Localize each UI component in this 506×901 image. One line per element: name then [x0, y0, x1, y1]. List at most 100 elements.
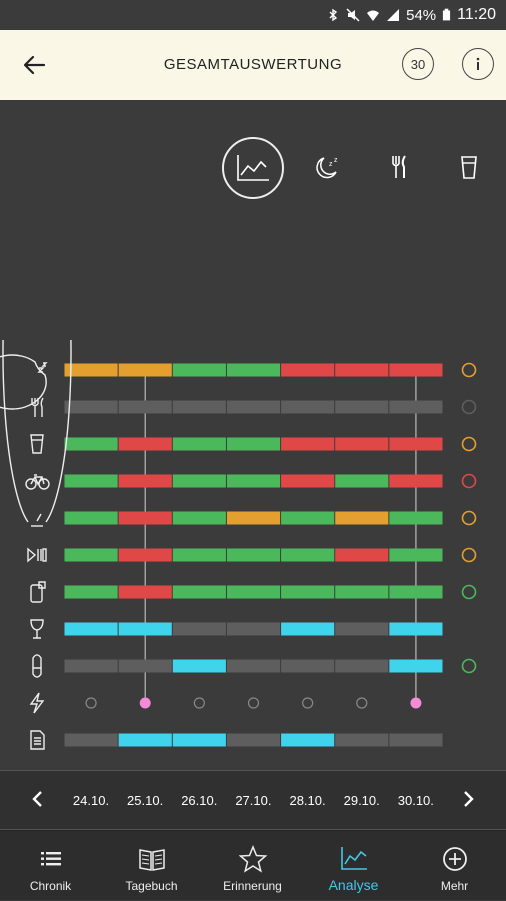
grid-cell[interactable]: [335, 659, 389, 673]
event-dot-empty[interactable]: [247, 697, 260, 709]
mode-overview-button[interactable]: [222, 137, 284, 199]
tab-analyse[interactable]: Analyse: [303, 831, 404, 901]
tab-mehr[interactable]: Mehr: [404, 831, 505, 901]
grid-cell[interactable]: [118, 622, 172, 636]
event-dot-empty[interactable]: [193, 697, 205, 709]
grid-cell[interactable]: [64, 511, 118, 525]
chart-line-icon: [341, 847, 367, 870]
chart-line-icon: [237, 155, 269, 181]
grid-cell[interactable]: [226, 400, 281, 414]
grid-cell[interactable]: [335, 363, 389, 377]
grid-cell[interactable]: [64, 437, 118, 451]
grid-cell[interactable]: [172, 622, 226, 636]
grid-cell[interactable]: [226, 733, 281, 747]
grid-cell[interactable]: [281, 659, 335, 673]
grid-cell[interactable]: [172, 548, 226, 562]
next-week-button[interactable]: [462, 789, 476, 815]
tab-chronik[interactable]: Chronik: [0, 831, 101, 901]
event-dot-filled[interactable]: [410, 697, 422, 709]
grid-cell[interactable]: [172, 511, 226, 525]
grid-cell[interactable]: [64, 363, 118, 377]
date-label: 26.10.: [181, 793, 218, 808]
grid-cell[interactable]: [226, 511, 281, 525]
row-status-indicator: [461, 362, 477, 378]
grid-cell[interactable]: [172, 585, 226, 599]
grid-cell[interactable]: [281, 548, 335, 562]
grid-cell[interactable]: [118, 585, 172, 599]
info-button[interactable]: [462, 48, 494, 80]
grid-cell[interactable]: [389, 548, 443, 562]
grid-cell[interactable]: [64, 622, 118, 636]
grid-cell[interactable]: [281, 474, 335, 488]
tab-tagebuch[interactable]: Tagebuch: [101, 831, 202, 901]
grid-cell[interactable]: [118, 363, 172, 377]
grid-cell[interactable]: [226, 474, 281, 488]
event-dot-empty[interactable]: [356, 697, 368, 709]
mode-drink-button[interactable]: [452, 150, 486, 184]
grid-cell[interactable]: [281, 622, 335, 636]
grid-cell[interactable]: [226, 363, 281, 377]
grid-cell[interactable]: [226, 659, 281, 673]
period-button[interactable]: 30: [402, 48, 434, 80]
grid-cell[interactable]: [64, 548, 118, 562]
grid-cell[interactable]: [172, 474, 226, 488]
grid-cell[interactable]: [226, 585, 281, 599]
fork-knife-icon: [392, 155, 406, 178]
grid-cell[interactable]: [389, 400, 443, 414]
grid-cell[interactable]: [389, 511, 443, 525]
grid-cell[interactable]: [64, 400, 118, 414]
grid-cell[interactable]: [118, 437, 172, 451]
grid-cell[interactable]: [335, 585, 389, 599]
previous-week-button[interactable]: [30, 789, 44, 815]
info-icon: [476, 57, 480, 70]
grid-cell[interactable]: [172, 400, 226, 414]
grid-cell[interactable]: [281, 437, 335, 451]
grid-cell[interactable]: [172, 733, 226, 747]
grid-cell[interactable]: [335, 733, 389, 747]
grid-cell[interactable]: [118, 548, 172, 562]
grid-cell[interactable]: [281, 733, 335, 747]
grid-cell[interactable]: [172, 659, 226, 673]
event-dot-empty[interactable]: [85, 697, 97, 709]
grid-cell[interactable]: [64, 659, 118, 673]
grid-cell[interactable]: [226, 622, 281, 636]
list-icon: [41, 852, 61, 866]
tab-erinnerung[interactable]: Erinnerung: [202, 831, 303, 901]
grid-cell[interactable]: [118, 400, 172, 414]
grid-cell[interactable]: [389, 733, 443, 747]
grid-cell[interactable]: [389, 585, 443, 599]
book-icon: [139, 849, 165, 871]
grid-cell[interactable]: [281, 585, 335, 599]
battery-icon: [443, 8, 451, 21]
grid-cell[interactable]: [335, 622, 389, 636]
grid-cell[interactable]: [172, 363, 226, 377]
grid-cell[interactable]: [335, 400, 389, 414]
grid-cell[interactable]: [226, 437, 281, 451]
grid-cell[interactable]: [389, 437, 443, 451]
grid-cell[interactable]: [389, 363, 443, 377]
event-dot-empty[interactable]: [302, 697, 314, 709]
mode-food-button[interactable]: [382, 150, 416, 184]
grid-cell[interactable]: [118, 511, 172, 525]
grid-cell[interactable]: [389, 659, 443, 673]
grid-cell[interactable]: [281, 511, 335, 525]
grid-cell[interactable]: [64, 585, 118, 599]
grid-cell[interactable]: [64, 733, 118, 747]
mode-sleep-button[interactable]: zz: [310, 150, 344, 184]
grid-cell[interactable]: [118, 474, 172, 488]
grid-cell[interactable]: [389, 622, 443, 636]
grid-cell[interactable]: [118, 659, 172, 673]
grid-cell[interactable]: [335, 437, 389, 451]
grid-cell[interactable]: [118, 733, 172, 747]
grid-cell[interactable]: [172, 437, 226, 451]
grid-cell[interactable]: [226, 548, 281, 562]
grid-cell[interactable]: [281, 363, 335, 377]
grid-cell[interactable]: [389, 474, 443, 488]
grid-cell[interactable]: [281, 400, 335, 414]
event-dot-filled[interactable]: [139, 697, 151, 709]
tab-label: Tagebuch: [125, 879, 178, 893]
grid-cell[interactable]: [335, 548, 389, 562]
grid-cell[interactable]: [64, 474, 118, 488]
grid-cell[interactable]: [335, 474, 389, 488]
grid-cell[interactable]: [335, 511, 389, 525]
